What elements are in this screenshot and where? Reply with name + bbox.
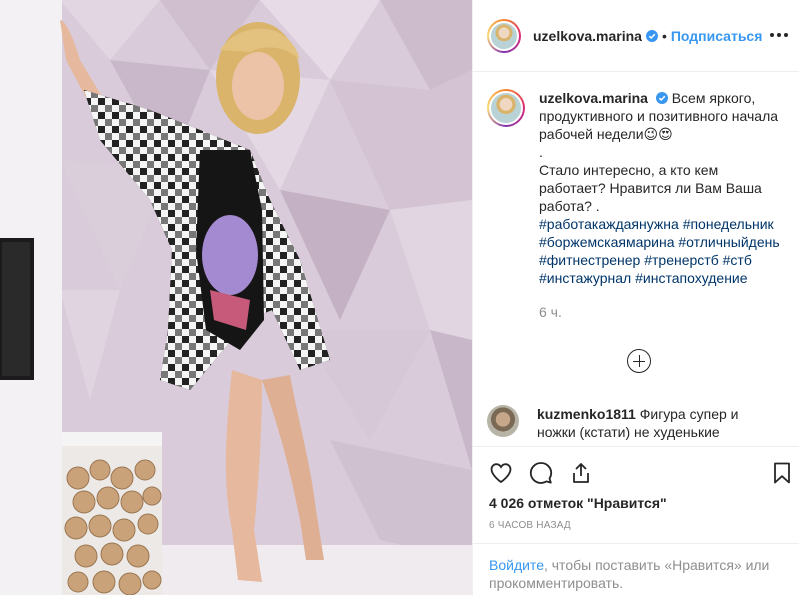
commenter-avatar[interactable] bbox=[487, 405, 519, 437]
caption-time: 6 ч. bbox=[539, 304, 562, 320]
author-avatar[interactable] bbox=[487, 18, 521, 53]
login-link[interactable]: Войдите bbox=[489, 557, 544, 573]
hashtag-link[interactable]: #тренерстб bbox=[644, 252, 719, 268]
post-caption: uzelkova.marina Всем яркого, продуктивно… bbox=[487, 89, 787, 321]
post-timestamp[interactable]: 6 часов назад bbox=[489, 520, 571, 531]
comments-area: uzelkova.marina Всем яркого, продуктивно… bbox=[473, 73, 799, 446]
hashtag-link[interactable]: #отличныйдень bbox=[678, 234, 779, 250]
caption-username[interactable]: uzelkova.marina bbox=[539, 90, 648, 106]
login-prompt: Войдите, чтобы поставить «Нравится» или … bbox=[473, 543, 799, 595]
hashtag-link[interactable]: #стб bbox=[723, 252, 752, 268]
header-separator: • bbox=[661, 27, 667, 44]
load-more-comments-icon[interactable] bbox=[627, 349, 651, 373]
caption-line-3: Стало интересно, а кто кем работает? Нра… bbox=[539, 162, 762, 214]
post-photo[interactable] bbox=[0, 0, 472, 595]
hashtag-link[interactable]: #инстапохудение bbox=[635, 270, 747, 286]
share-icon[interactable] bbox=[567, 459, 595, 487]
verified-badge-icon bbox=[645, 29, 658, 42]
follow-button[interactable]: Подписаться bbox=[671, 28, 763, 44]
more-options-icon[interactable] bbox=[768, 24, 790, 46]
verified-badge-icon bbox=[655, 92, 668, 104]
hashtag-link[interactable]: #боржемскаямарина bbox=[539, 234, 675, 250]
hashtag-link[interactable]: #фитнестренер bbox=[539, 252, 640, 268]
commenter-username[interactable]: kuzmenko1811 bbox=[537, 406, 636, 422]
bookmark-icon[interactable] bbox=[768, 459, 796, 487]
hashtag-link[interactable]: #понедельник bbox=[683, 216, 774, 232]
caption-avatar[interactable] bbox=[487, 89, 525, 127]
heart-icon[interactable] bbox=[487, 459, 515, 487]
post-image bbox=[0, 0, 472, 595]
caption-line-2: . bbox=[539, 144, 543, 160]
post-actions: 4 026 отметок "Нравится" 6 часов назад В… bbox=[473, 446, 799, 595]
comment-text: kuzmenko1811 Фигура супер и ножки (кстат… bbox=[537, 405, 777, 441]
comment-icon[interactable] bbox=[527, 459, 555, 487]
hashtag-link[interactable]: #инстажурнал bbox=[539, 270, 631, 286]
caption-text: uzelkova.marina Всем яркого, продуктивно… bbox=[539, 89, 785, 321]
likes-count[interactable]: 4 026 отметок "Нравится" bbox=[489, 495, 667, 511]
comment-item: kuzmenko1811 Фигура супер и ножки (кстат… bbox=[487, 405, 787, 441]
post-side-panel: uzelkova.marina • Подписаться uzelkova.m… bbox=[472, 0, 799, 595]
post-header: uzelkova.marina • Подписаться bbox=[473, 0, 799, 72]
hashtag-link[interactable]: #работакаждаянужна bbox=[539, 216, 679, 232]
author-username[interactable]: uzelkova.marina bbox=[533, 28, 642, 44]
